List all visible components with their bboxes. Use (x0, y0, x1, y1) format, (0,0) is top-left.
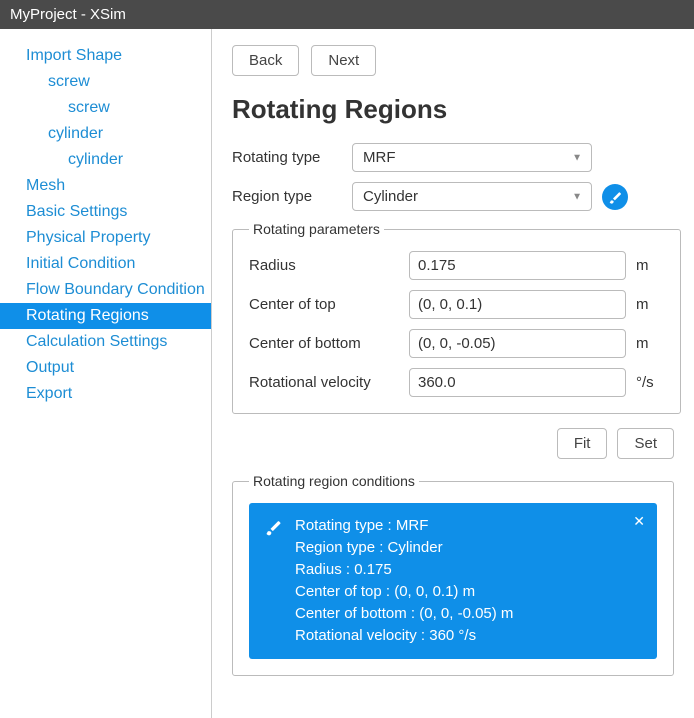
center-bottom-label: Center of bottom (249, 335, 409, 352)
sidebar-item-initial-condition[interactable]: Initial Condition (0, 251, 211, 277)
sidebar-item-flow-boundary-condition[interactable]: Flow Boundary Condition (0, 277, 211, 303)
condition-card[interactable]: Rotating type : MRF Region type : Cylind… (249, 503, 657, 659)
rot-velocity-unit: °/s (636, 374, 664, 391)
radius-unit: m (636, 257, 664, 274)
center-top-input[interactable] (409, 290, 626, 319)
center-top-label: Center of top (249, 296, 409, 313)
sidebar-item-output[interactable]: Output (0, 355, 211, 381)
brush-icon (607, 189, 623, 205)
rotating-conditions-legend: Rotating region conditions (249, 473, 419, 489)
sidebar-item-screw[interactable]: screw (0, 69, 211, 95)
sidebar-item-rotating-regions[interactable]: Rotating Regions (0, 303, 211, 329)
rotating-type-label: Rotating type (232, 149, 352, 166)
sidebar: Import ShapescrewscrewcylindercylinderMe… (0, 29, 212, 718)
sidebar-item-export[interactable]: Export (0, 381, 211, 407)
sidebar-item-screw[interactable]: screw (0, 95, 211, 121)
radius-label: Radius (249, 257, 409, 274)
brush-icon (263, 517, 283, 542)
rotating-type-select[interactable]: MRF (352, 143, 592, 172)
sidebar-item-basic-settings[interactable]: Basic Settings (0, 199, 211, 225)
center-bottom-unit: m (636, 335, 664, 352)
main-panel: Back Next Rotating Regions Rotating type… (212, 29, 694, 718)
fit-button[interactable]: Fit (557, 428, 608, 459)
page-title: Rotating Regions (232, 94, 674, 125)
condition-text: Rotating type : MRF Region type : Cylind… (295, 515, 513, 647)
sidebar-item-cylinder[interactable]: cylinder (0, 147, 211, 173)
sidebar-item-import-shape[interactable]: Import Shape (0, 43, 211, 69)
region-type-select[interactable]: Cylinder (352, 182, 592, 211)
center-top-unit: m (636, 296, 664, 313)
highlight-region-button[interactable] (602, 184, 628, 210)
rotating-parameters-legend: Rotating parameters (249, 221, 384, 237)
set-button[interactable]: Set (617, 428, 674, 459)
rotating-conditions-group: Rotating region conditions Rotating type… (232, 473, 674, 676)
region-type-label: Region type (232, 188, 352, 205)
sidebar-item-mesh[interactable]: Mesh (0, 173, 211, 199)
sidebar-item-cylinder[interactable]: cylinder (0, 121, 211, 147)
radius-input[interactable] (409, 251, 626, 280)
window-title: MyProject - XSim (0, 0, 694, 29)
rot-velocity-input[interactable] (409, 368, 626, 397)
next-button[interactable]: Next (311, 45, 376, 76)
close-icon[interactable]: ✕ (633, 513, 645, 530)
center-bottom-input[interactable] (409, 329, 626, 358)
sidebar-item-calculation-settings[interactable]: Calculation Settings (0, 329, 211, 355)
rotating-parameters-group: Rotating parameters Radius m Center of t… (232, 221, 681, 414)
rot-velocity-label: Rotational velocity (249, 374, 409, 391)
back-button[interactable]: Back (232, 45, 299, 76)
sidebar-item-physical-property[interactable]: Physical Property (0, 225, 211, 251)
